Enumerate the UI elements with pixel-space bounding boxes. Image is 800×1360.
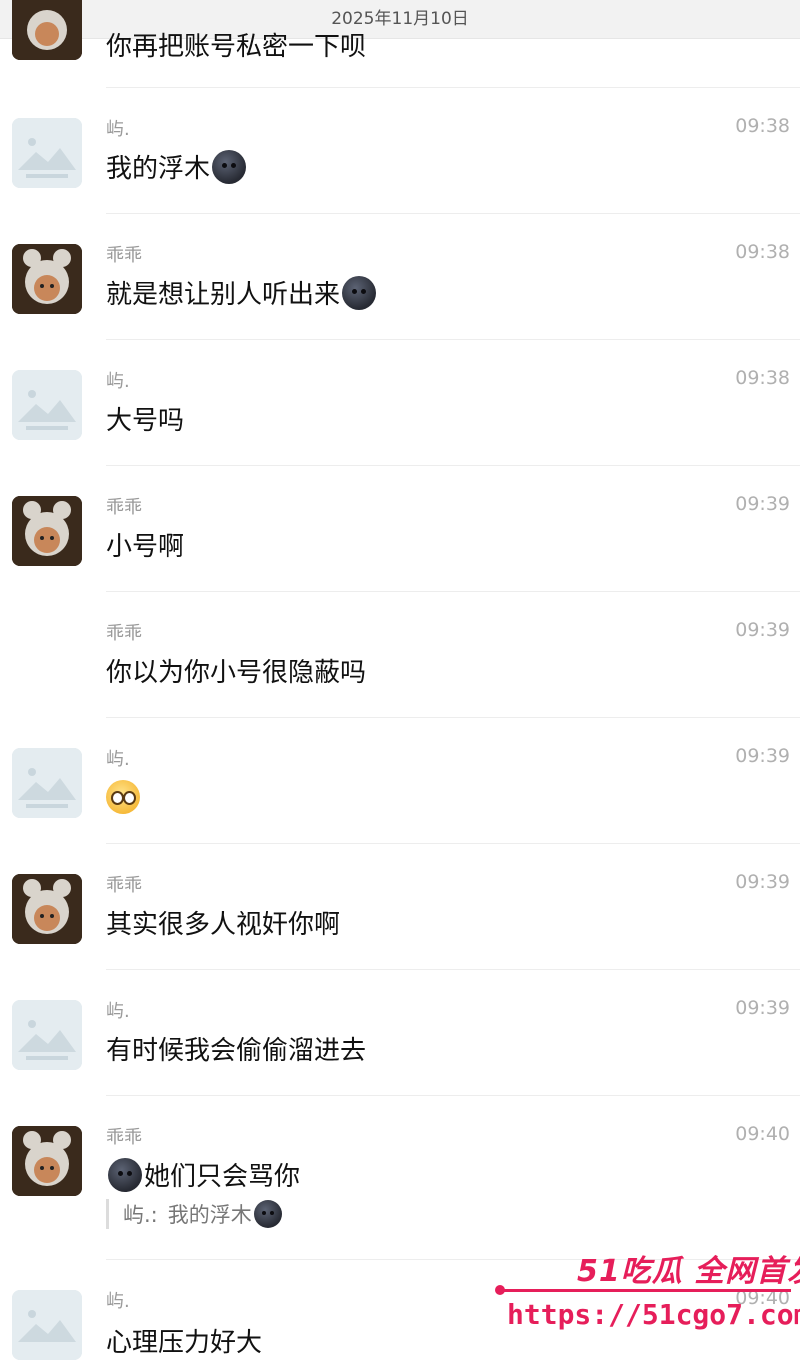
message-time: 09:39	[735, 745, 790, 767]
message-text[interactable]: 你以为你小号很隐蔽吗	[106, 652, 366, 689]
message-item: 乖乖 09:39 小号啊	[0, 466, 800, 592]
message-time: 09:40	[735, 1123, 790, 1145]
sender-name: 乖乖	[106, 875, 142, 896]
avatar[interactable]	[12, 1290, 82, 1360]
message-text[interactable]: 大号吗	[106, 400, 184, 437]
avatar[interactable]	[12, 748, 82, 818]
message-item: 屿. 09:39 有时候我会偷偷溜进去	[0, 970, 800, 1096]
dark-face-emoji-icon	[212, 149, 247, 184]
avatar[interactable]	[12, 1000, 82, 1070]
avatar[interactable]	[12, 118, 82, 188]
avatar[interactable]	[12, 370, 82, 440]
sender-name: 屿.	[106, 371, 130, 392]
message-text[interactable]: 有时候我会偷偷溜进去	[106, 1030, 366, 1067]
dark-face-emoji-icon	[108, 1157, 142, 1192]
message-time: 09:38	[735, 115, 790, 137]
dark-face-emoji-icon	[342, 275, 377, 310]
message-item: 乖乖 09:40 她们只会骂你 屿.: 我的浮木	[0, 1096, 800, 1260]
sender-name: 屿.	[106, 1001, 130, 1022]
quote-text: 我的浮木	[167, 1203, 252, 1227]
message-text[interactable]: 小号啊	[106, 526, 184, 563]
message-text-content: 我的浮木	[106, 154, 211, 184]
sender-name: 乖乖	[106, 245, 142, 266]
watermark-url: https://51cgo7.com	[507, 1298, 800, 1331]
sender-name: 屿.	[106, 1291, 130, 1312]
message-time: 09:39	[735, 619, 790, 641]
avatar[interactable]	[12, 496, 82, 566]
watermark-line	[499, 1289, 791, 1292]
sender-name: 乖乖	[106, 497, 142, 518]
message-item: 乖乖 09:39 其实很多人视奸你啊	[0, 844, 800, 970]
message-time: 09:39	[735, 871, 790, 893]
watermark: 51吃瓜 全网首发 https://51cgo7.com	[495, 1246, 800, 1349]
message-text[interactable]: 她们只会骂你	[106, 1156, 300, 1193]
message-text-content: 就是想让别人听出来	[106, 280, 341, 310]
pleading-face-emoji-icon	[106, 780, 140, 814]
message-item: 乖乖 09:38 就是想让别人听出来	[0, 214, 800, 340]
message-text[interactable]: 心理压力好大	[106, 1322, 262, 1359]
message-item: 屿. 09:38 我的浮木	[0, 88, 800, 214]
sender-name: 屿.	[106, 749, 130, 770]
message-item: 你再把账号私密一下呗	[0, 0, 800, 88]
message-time: 09:39	[735, 493, 790, 515]
sender-name: 乖乖	[106, 623, 142, 644]
message-item: 屿. 09:38 大号吗	[0, 340, 800, 466]
message-text[interactable]: 我的浮木	[106, 148, 248, 185]
avatar[interactable]	[12, 874, 82, 944]
avatar[interactable]	[12, 244, 82, 314]
sender-name: 屿.	[106, 119, 130, 140]
message-item: 屿. 09:39	[0, 718, 800, 844]
message-item: 乖乖 09:39 你以为你小号很隐蔽吗	[0, 592, 800, 718]
message-text[interactable]	[106, 780, 140, 814]
message-time: 09:38	[735, 367, 790, 389]
message-text[interactable]: 其实很多人视奸你啊	[106, 904, 340, 941]
dark-face-emoji-icon	[253, 1200, 282, 1228]
quoted-message[interactable]: 屿.: 我的浮木	[106, 1199, 284, 1229]
avatar[interactable]	[12, 0, 82, 60]
watermark-logo: 51吃瓜 全网首发	[577, 1254, 800, 1289]
message-time: 09:39	[735, 997, 790, 1019]
sender-name: 乖乖	[106, 1127, 142, 1148]
avatar[interactable]	[12, 1126, 82, 1196]
message-text-content: 她们只会骂你	[144, 1162, 301, 1192]
quote-author: 屿.:	[123, 1203, 158, 1227]
message-time: 09:38	[735, 241, 790, 263]
message-text[interactable]: 就是想让别人听出来	[106, 274, 378, 311]
message-text[interactable]: 你再把账号私密一下呗	[106, 26, 366, 63]
